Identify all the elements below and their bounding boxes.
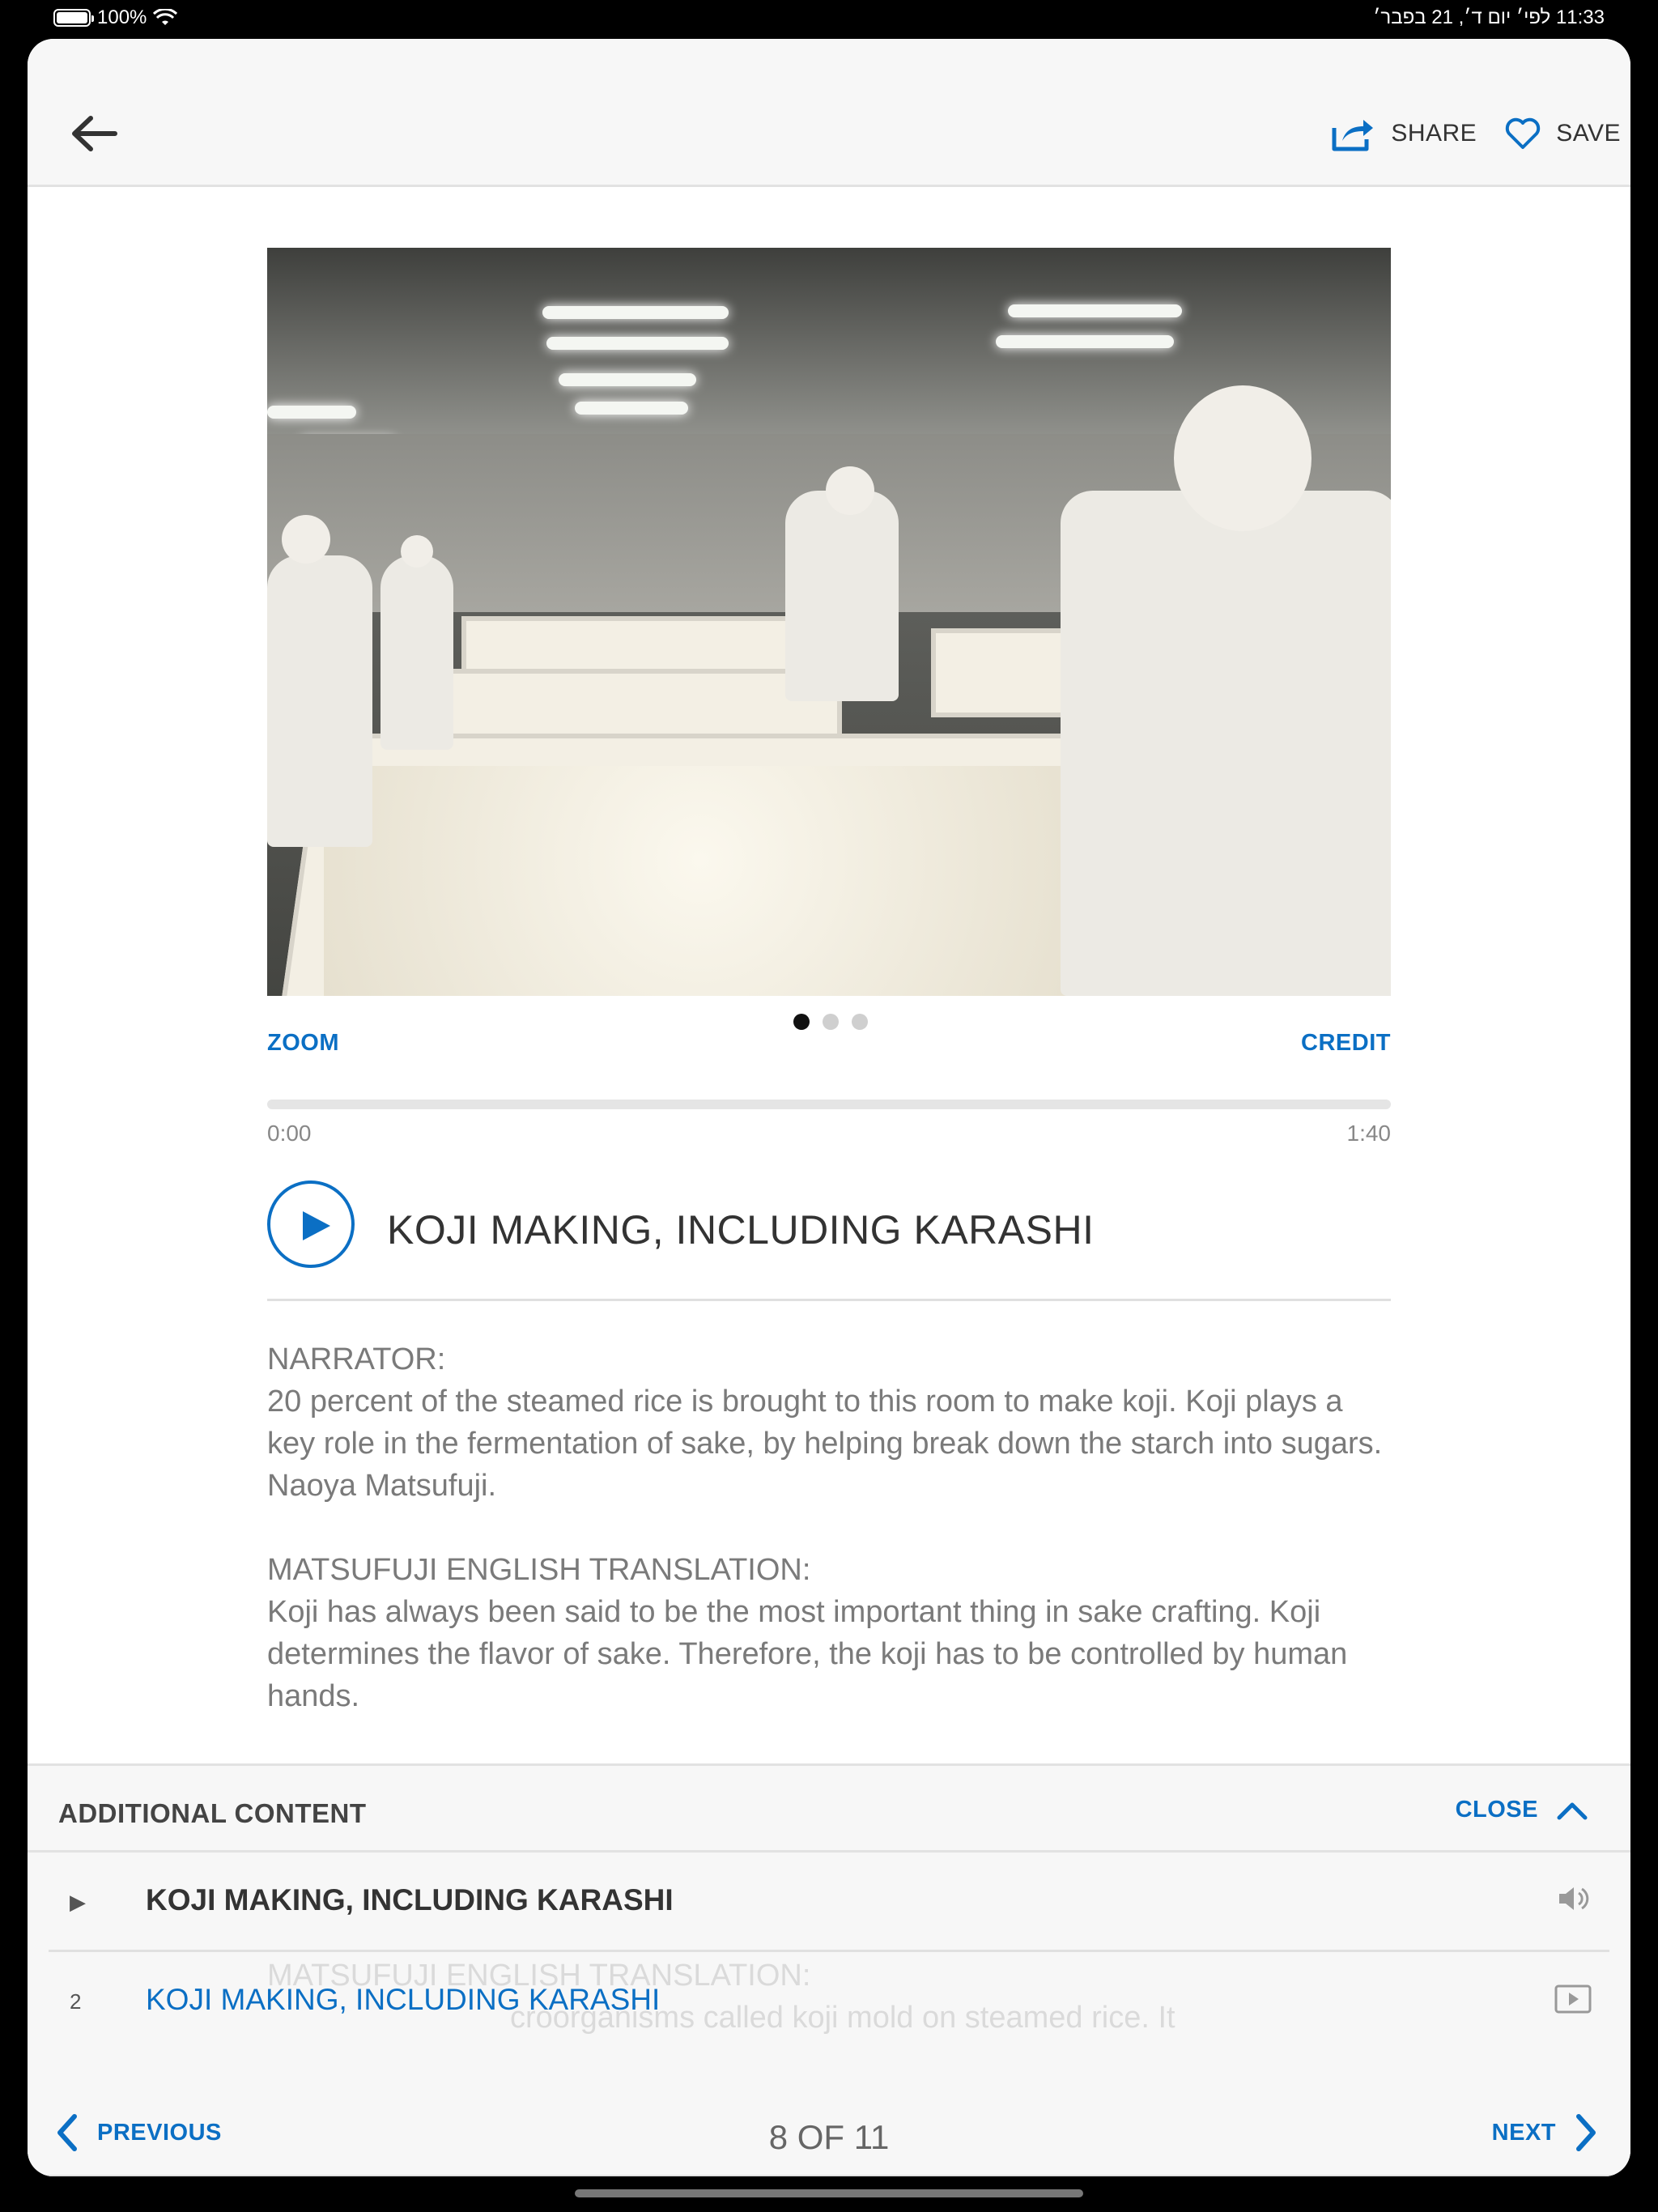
arrow-left-icon (72, 116, 117, 151)
zoom-link[interactable]: ZOOM (267, 1030, 339, 1057)
home-indicator[interactable] (575, 2189, 1083, 2197)
current-time: 0:00 (267, 1121, 312, 1146)
drawer-item-current[interactable]: ▶ KOJI MAKING, INCLUDING KARASHI (49, 1853, 1609, 1952)
drawer-item-label: KOJI MAKING, INCLUDING KARASHI (146, 1983, 661, 2016)
share-icon (1332, 120, 1374, 151)
back-button[interactable] (70, 113, 118, 154)
drawer-item-next[interactable]: 2 KOJI MAKING, INCLUDING KARASHI (49, 1952, 1609, 2049)
carousel-controls: ZOOM CREDIT (267, 996, 1391, 1061)
transcript: NARRATOR: 20 percent of the steamed rice… (267, 1338, 1391, 1717)
share-label: SHARE (1391, 120, 1477, 147)
close-drawer-button[interactable]: CLOSE (1456, 1797, 1588, 1823)
speaker-label: NARRATOR: (267, 1342, 446, 1376)
chevron-right-icon (1576, 2114, 1596, 2151)
battery-icon (53, 9, 94, 27)
speaker-label: MATSUFUJI ENGLISH TRANSLATION: (267, 1553, 811, 1587)
video-icon (1554, 1984, 1592, 2014)
track-header: KOJI MAKING, INCLUDING KARASHI (267, 1169, 1391, 1301)
battery-percent: 100% (97, 6, 147, 28)
item-number: 2 (70, 1989, 82, 2014)
pager: PREVIOUS 8 OF 11 NEXT (28, 2094, 1630, 2176)
transcript-paragraph: NARRATOR: 20 percent of the steamed rice… (267, 1338, 1391, 1507)
drawer-item-label: KOJI MAKING, INCLUDING KARASHI (146, 1883, 674, 1916)
content-area: ZOOM CREDIT 0:00 1:40 KOJI MAKING, INCLU… (267, 248, 1391, 1759)
chevron-up-icon (1557, 1802, 1588, 1819)
next-button[interactable]: NEXT (1492, 2113, 1598, 2152)
modal-sheet: SHARE SAVE ZOOM CREDIT 0:00 1:40 KOJI MA… (28, 39, 1630, 2176)
credit-link[interactable]: CREDIT (1301, 1030, 1391, 1057)
save-label: SAVE (1556, 120, 1621, 147)
status-bar: 100% 11:33 לפי׳ יום ד׳, 21 בפבר׳ (0, 0, 1658, 39)
speaker-icon (1559, 1887, 1589, 1910)
play-button[interactable] (267, 1180, 355, 1268)
track-title: KOJI MAKING, INCLUDING KARASHI (387, 1207, 1095, 1253)
play-icon (303, 1211, 330, 1240)
share-button[interactable]: SHARE (1331, 115, 1477, 152)
status-time-date: 11:33 לפי׳ יום ד׳, 21 בפבר׳ (1373, 6, 1605, 28)
save-button[interactable]: SAVE (1504, 117, 1621, 151)
next-label: NEXT (1491, 2119, 1556, 2146)
hero-image[interactable] (267, 248, 1391, 996)
transcript-text: 20 percent of the steamed rice is brough… (267, 1385, 1383, 1503)
wifi-icon (153, 9, 178, 25)
close-label: CLOSE (1455, 1797, 1538, 1823)
transcript-paragraph: MATSUFUJI ENGLISH TRANSLATION: Koji has … (267, 1549, 1391, 1717)
top-nav: SHARE SAVE (28, 39, 1630, 187)
audio-progress-bar[interactable] (267, 1100, 1391, 1109)
now-playing-marker: ▶ (70, 1890, 86, 1914)
audio-times: 0:00 1:40 (267, 1121, 1391, 1153)
transcript-text: Koji has always been said to be the most… (267, 1595, 1348, 1713)
page-count: 8 OF 11 (768, 2118, 890, 2156)
carousel-dot[interactable] (793, 1014, 810, 1030)
carousel-dot[interactable] (823, 1014, 839, 1030)
status-left: 100% (53, 6, 178, 29)
carousel-dots (793, 1014, 868, 1030)
drawer-header: ADDITIONAL CONTENT CLOSE (28, 1766, 1630, 1853)
heart-icon (1506, 117, 1541, 149)
drawer-title: ADDITIONAL CONTENT (58, 1798, 367, 1828)
carousel-dot[interactable] (852, 1014, 868, 1030)
duration: 1:40 (1346, 1121, 1392, 1146)
nav-actions: SHARE SAVE (1303, 115, 1621, 152)
